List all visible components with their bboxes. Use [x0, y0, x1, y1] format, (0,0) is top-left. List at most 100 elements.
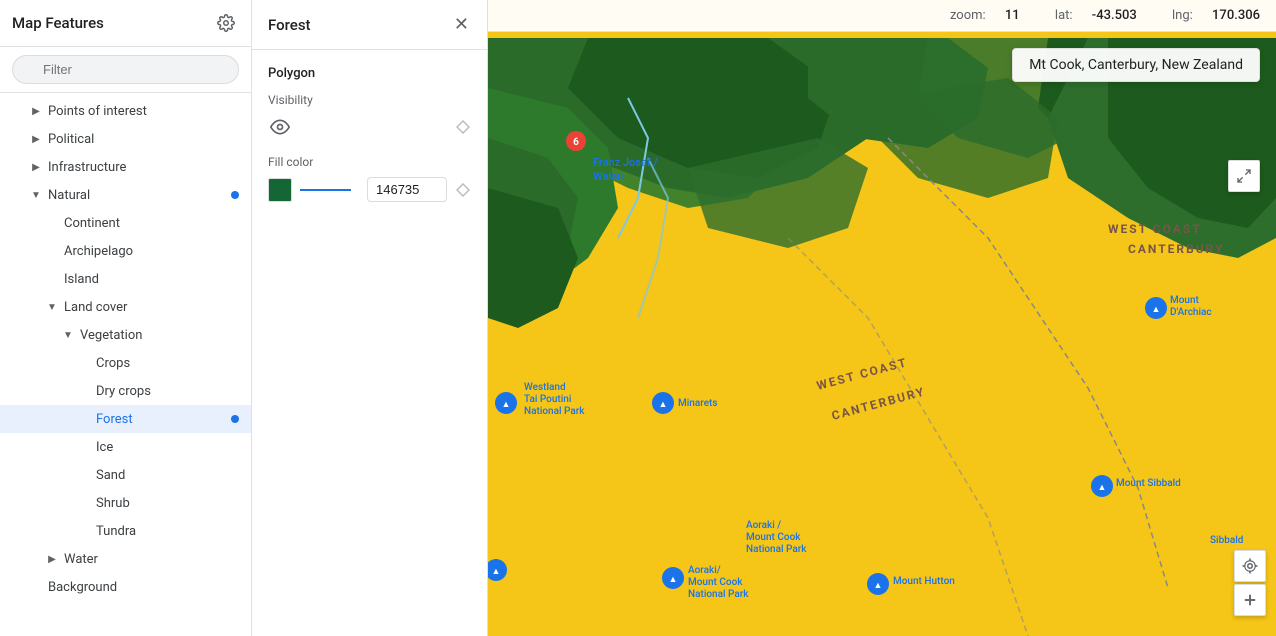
fill-color-row	[268, 177, 471, 202]
sidebar-item-forest[interactable]: Forest	[0, 405, 251, 433]
sidebar-item-political[interactable]: ▶ Political	[0, 125, 251, 153]
color-line	[300, 189, 351, 191]
filter-input[interactable]	[12, 55, 239, 84]
map-controls	[1234, 550, 1266, 616]
visibility-label: Visibility	[268, 93, 471, 107]
sidebar-item-infrastructure[interactable]: ▶ Infrastructure	[0, 153, 251, 181]
sidebar: Map Features ≡ ▶ Points of interest ▶ Po…	[0, 0, 252, 636]
chevron-right-icon: ▶	[28, 159, 44, 175]
svg-text:Waiau: Waiau	[593, 170, 623, 183]
zoom-in-button[interactable]	[1234, 584, 1266, 616]
sidebar-item-archipelago[interactable]: Archipelago	[0, 237, 251, 265]
active-dot	[231, 415, 239, 423]
sidebar-item-land-cover[interactable]: ▼ Land cover	[0, 293, 251, 321]
sidebar-header: Map Features	[0, 0, 251, 47]
nav-label: Continent	[64, 216, 239, 231]
map-topbar: zoom: 11 lat: -43.503 lng: 170.306	[488, 0, 1276, 32]
close-button[interactable]: ✕	[452, 12, 471, 37]
svg-text:Mount Cook: Mount Cook	[688, 577, 743, 588]
detail-panel-title: Forest	[268, 16, 311, 34]
nav-label: Points of interest	[48, 104, 239, 119]
lng-label: lng:	[1172, 8, 1193, 23]
svg-text:Aoraki /: Aoraki /	[746, 520, 781, 531]
spacer	[76, 439, 92, 455]
spacer	[44, 215, 60, 231]
spacer	[76, 355, 92, 371]
chevron-down-icon: ▼	[28, 187, 44, 203]
sidebar-item-water[interactable]: ▶ Water	[0, 545, 251, 573]
svg-text:▲: ▲	[874, 581, 883, 591]
zoom-value: 11	[1005, 8, 1020, 23]
sidebar-item-points-of-interest[interactable]: ▶ Points of interest	[0, 97, 251, 125]
sidebar-item-continent[interactable]: Continent	[0, 209, 251, 237]
sidebar-item-tundra[interactable]: Tundra	[0, 517, 251, 545]
zoom-label: zoom:	[950, 8, 986, 23]
detail-header: Forest ✕	[252, 0, 487, 50]
spacer	[44, 243, 60, 259]
chevron-down-icon: ▼	[60, 327, 76, 343]
svg-text:Mount Cook: Mount Cook	[746, 532, 801, 543]
svg-text:▲: ▲	[659, 400, 668, 410]
location-text: Mt Cook, Canterbury, New Zealand	[1029, 57, 1243, 73]
sidebar-title: Map Features	[12, 14, 104, 32]
svg-text:D'Archiac: D'Archiac	[1170, 307, 1212, 318]
map-svg: 6 Franz Josef / Waiau WEST COAST CANTERB…	[488, 38, 1276, 636]
map-coords: zoom: 11 lat: -43.503 lng: 170.306	[934, 8, 1260, 23]
chevron-right-icon: ▶	[44, 551, 60, 567]
visibility-row	[268, 115, 471, 139]
lng-value: 170.306	[1212, 8, 1260, 23]
sidebar-item-ice[interactable]: Ice	[0, 433, 251, 461]
lat-label: lat:	[1055, 8, 1073, 23]
chevron-down-icon: ▼	[44, 299, 60, 315]
spacer	[76, 467, 92, 483]
sidebar-item-sand[interactable]: Sand	[0, 461, 251, 489]
svg-text:Westland: Westland	[524, 382, 566, 393]
nav-label: Crops	[96, 356, 239, 371]
svg-text:Aoraki/: Aoraki/	[688, 565, 721, 576]
svg-text:Minarets: Minarets	[678, 398, 718, 409]
nav-label: Ice	[96, 440, 239, 455]
chevron-right-icon: ▶	[28, 103, 44, 119]
sidebar-item-dry-crops[interactable]: Dry crops	[0, 377, 251, 405]
nav-label: Infrastructure	[48, 160, 239, 175]
nav-label: Archipelago	[64, 244, 239, 259]
spacer	[76, 383, 92, 399]
svg-text:▲: ▲	[1152, 305, 1161, 315]
active-dot	[231, 191, 239, 199]
sidebar-item-background[interactable]: Background	[0, 573, 251, 601]
spacer	[28, 579, 44, 595]
nav-label: Shrub	[96, 496, 239, 511]
sidebar-item-shrub[interactable]: Shrub	[0, 489, 251, 517]
color-swatch[interactable]	[268, 178, 292, 202]
gear-icon	[217, 14, 235, 32]
sidebar-item-island[interactable]: Island	[0, 265, 251, 293]
color-hex-input[interactable]	[367, 177, 447, 202]
diamond-icon-2[interactable]	[455, 182, 471, 198]
chevron-right-icon: ▶	[28, 131, 44, 147]
nav-label: Vegetation	[80, 328, 239, 343]
detail-content: Polygon Visibility Fill color	[252, 50, 487, 636]
nav-label: Land cover	[64, 300, 239, 315]
svg-text:WEST COAST: WEST COAST	[1108, 222, 1202, 236]
map-area: zoom: 11 lat: -43.503 lng: 170.306 Mt Co…	[488, 0, 1276, 636]
expand-map-button[interactable]	[1228, 160, 1260, 192]
nav-label: Island	[64, 272, 239, 287]
svg-text:CANTERBURY: CANTERBURY	[1128, 242, 1225, 256]
nav-label: Water	[64, 552, 239, 567]
locate-button[interactable]	[1234, 550, 1266, 582]
nav-tree: ▶ Points of interest ▶ Political ▶ Infra…	[0, 93, 251, 636]
sidebar-item-vegetation[interactable]: ▼ Vegetation	[0, 321, 251, 349]
spacer	[76, 411, 92, 427]
svg-text:Mount Hutton: Mount Hutton	[893, 576, 955, 587]
svg-text:Sibbald: Sibbald	[1210, 535, 1244, 546]
eye-icon[interactable]	[268, 115, 292, 139]
diamond-icon[interactable]	[455, 119, 471, 135]
expand-icon	[1236, 168, 1252, 184]
sidebar-item-natural[interactable]: ▼ Natural	[0, 181, 251, 209]
sidebar-item-crops[interactable]: Crops	[0, 349, 251, 377]
svg-text:Tai Poutini: Tai Poutini	[524, 394, 571, 405]
nav-label: Forest	[96, 412, 231, 427]
settings-button[interactable]	[213, 10, 239, 36]
spacer	[76, 495, 92, 511]
svg-text:▲: ▲	[669, 575, 678, 585]
